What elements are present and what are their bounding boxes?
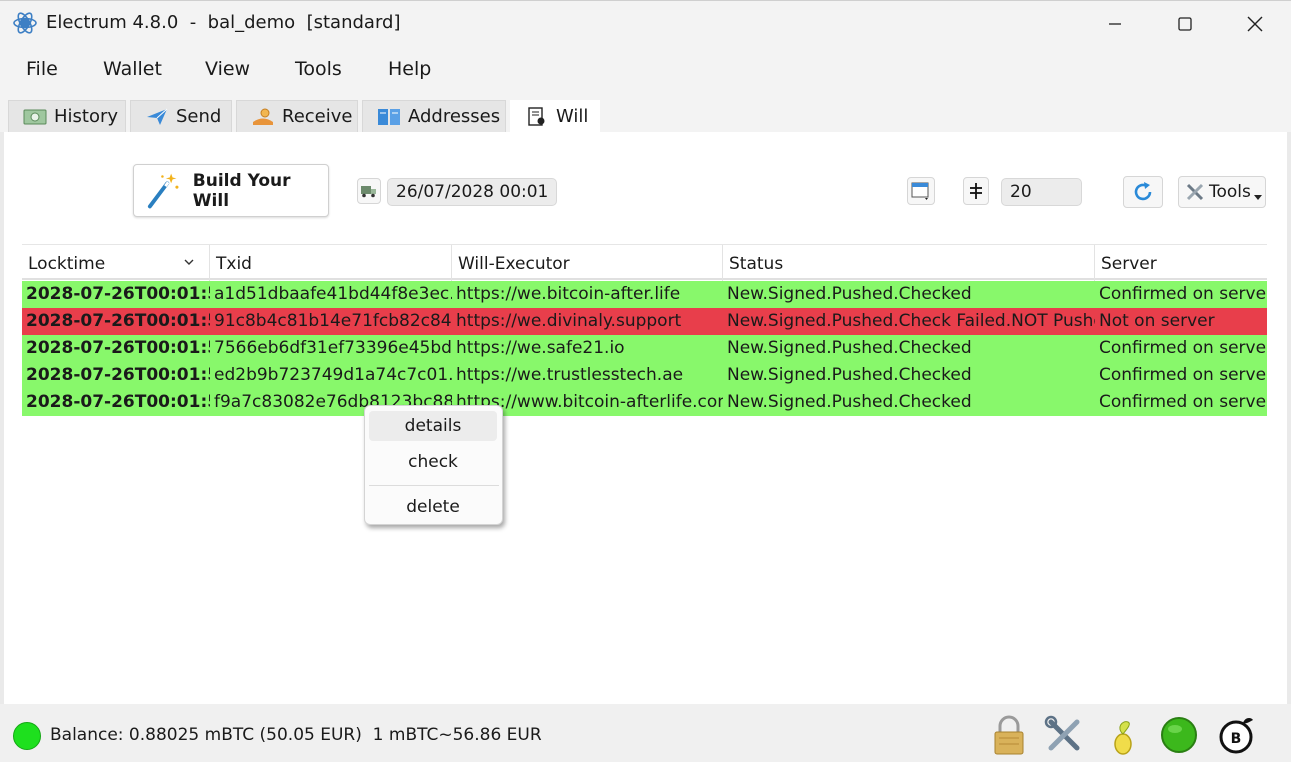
locktime-cell: 2028-07-26T00:01:52 (26, 311, 210, 331)
column-server[interactable]: Server (1095, 245, 1267, 281)
send-icon (147, 108, 168, 125)
svg-text:B: B (1231, 731, 1242, 747)
tab-history-label: History (54, 106, 119, 127)
txid-cell: a1d51dbaafe41bd44f8e3ec... (214, 284, 452, 304)
table-header: Locktime Txid Will-Executor Status Serve… (22, 244, 1267, 281)
lock-icon[interactable] (988, 714, 1030, 756)
tab-receive-label: Receive (282, 106, 353, 127)
receive-icon (253, 108, 273, 125)
column-locktime-label: Locktime (28, 254, 106, 274)
bitcoin-afterlife-plugin-icon[interactable]: B (1215, 714, 1257, 756)
maximize-button[interactable] (1150, 1, 1220, 47)
status-cell: New.Signed.Pushed.Check Failed.NOT Pushe… (727, 311, 1095, 331)
locktime-cell: 2028-07-26T00:01:52 (26, 284, 210, 304)
txid-cell: 7566eb6df31ef73396e45bd... (214, 338, 452, 358)
magic-wand-icon (147, 173, 179, 208)
executor-cell: https://we.trustlesstech.ae (456, 365, 684, 385)
context-menu-check[interactable]: check (369, 447, 497, 477)
menu-view[interactable]: View (205, 58, 250, 80)
tab-will-label: Will (556, 106, 589, 127)
chevron-down-icon (1254, 195, 1262, 200)
seed-icon[interactable] (1102, 714, 1144, 756)
connection-status-indicator (13, 722, 41, 750)
row-context-menu: details check delete (364, 405, 503, 525)
calendar-dropdown[interactable] (907, 177, 935, 205)
context-menu-separator (369, 485, 499, 486)
tab-history[interactable]: History (8, 100, 126, 132)
tools-dropdown-button[interactable]: Tools (1178, 176, 1266, 208)
table-row[interactable]: 2028-07-26T00:01:52 7566eb6df31ef73396e4… (22, 335, 1267, 362)
tools-label: Tools (1209, 182, 1251, 202)
table-row[interactable]: 2028-07-26T00:01:52 ed2b9b723749d1a74c7c… (22, 362, 1267, 389)
tab-send[interactable]: Send (130, 100, 232, 132)
history-icon (23, 109, 47, 124)
locktime-cell: 2028-07-26T00:01:52 (26, 338, 210, 358)
addresses-icon (378, 108, 400, 125)
txid-cell: 91c8b4c81b14e71fcb82c84... (214, 311, 452, 331)
menu-tools[interactable]: Tools (295, 58, 342, 80)
executor-cell: https://we.divinaly.support (456, 311, 682, 331)
sort-desc-icon (184, 259, 194, 265)
table-row[interactable]: 2028-07-26T00:01:52 a1d51dbaafe41bd44f8e… (22, 281, 1267, 308)
minimize-button[interactable] (1080, 1, 1150, 47)
electrum-logo-icon (13, 12, 37, 34)
table-row[interactable]: 2028-07-26T00:01:52 f9a7c83082e76db8123b… (22, 389, 1267, 416)
column-status[interactable]: Status (723, 245, 1095, 281)
maximize-icon (1178, 17, 1192, 31)
minimize-icon (1109, 23, 1121, 25)
tools-icon (1186, 183, 1204, 201)
locktime-cell: 2028-07-26T00:01:52 (26, 392, 210, 412)
server-cell: Confirmed on server (1099, 365, 1267, 385)
server-cell: Confirmed on server (1099, 284, 1267, 304)
status-cell: New.Signed.Pushed.Checked (727, 284, 972, 304)
executor-cell: https://we.safe21.io (456, 338, 625, 358)
balance-text: Balance: 0.88025 mBTC (50.05 EUR) 1 mBTC… (50, 725, 542, 745)
menu-file[interactable]: File (26, 58, 58, 80)
executor-cell: https://we.bitcoin-after.life (456, 284, 681, 304)
status-cell: New.Signed.Pushed.Checked (727, 338, 972, 358)
threshold-field[interactable]: 20 (1001, 178, 1082, 206)
preferences-tools-icon[interactable] (1043, 714, 1085, 756)
window-title: Electrum 4.8.0 - bal_demo [standard] (46, 12, 401, 33)
column-txid[interactable]: Txid (210, 245, 452, 281)
server-cell: Confirmed on server (1099, 392, 1267, 412)
status-bar: Balance: 0.88025 mBTC (50.05 EUR) 1 mBTC… (0, 704, 1291, 762)
calendar-icon (911, 182, 929, 200)
title-bar: Electrum 4.8.0 - bal_demo [standard] (0, 0, 1291, 46)
executor-button[interactable] (357, 178, 381, 204)
status-cell: New.Signed.Pushed.Checked (727, 392, 972, 412)
network-status-icon[interactable] (1158, 714, 1200, 756)
refresh-button[interactable] (1123, 176, 1163, 208)
context-menu-delete[interactable]: delete (369, 492, 497, 522)
build-your-will-button[interactable]: Build Your Will (133, 164, 329, 217)
menu-help[interactable]: Help (388, 58, 431, 80)
server-cell: Not on server (1099, 311, 1215, 331)
will-panel (4, 132, 1287, 704)
column-locktime[interactable]: Locktime (22, 245, 210, 281)
locktime-cell: 2028-07-26T00:01:52 (26, 365, 210, 385)
close-button[interactable] (1220, 1, 1290, 47)
tab-send-label: Send (176, 106, 222, 127)
tab-addresses[interactable]: Addresses (362, 100, 506, 132)
tab-bar: History Send Receive Addresses Will (0, 92, 1291, 132)
server-cell: Confirmed on server (1099, 338, 1267, 358)
menu-wallet[interactable]: Wallet (103, 58, 162, 80)
refresh-icon (1134, 182, 1152, 201)
build-your-will-label: Build Your Will (192, 170, 291, 211)
status-cell: New.Signed.Pushed.Checked (727, 365, 972, 385)
tab-addresses-label: Addresses (408, 106, 501, 127)
will-icon (528, 106, 545, 126)
column-will-executor[interactable]: Will-Executor (452, 245, 723, 281)
tab-will[interactable]: Will (510, 100, 600, 132)
context-menu-details[interactable]: details (369, 411, 497, 441)
tab-receive[interactable]: Receive (236, 100, 358, 132)
threshold-icon (970, 183, 982, 199)
truck-icon (361, 186, 376, 198)
txid-cell: ed2b9b723749d1a74c7c01... (214, 365, 452, 385)
table-row[interactable]: 2028-07-26T00:01:52 91c8b4c81b14e71fcb82… (22, 308, 1267, 335)
menu-bar: File Wallet View Tools Help (0, 46, 1291, 92)
threshold-button[interactable] (963, 177, 989, 205)
locktime-field[interactable]: 26/07/2028 00:01 (387, 178, 557, 206)
close-icon (1247, 16, 1263, 32)
